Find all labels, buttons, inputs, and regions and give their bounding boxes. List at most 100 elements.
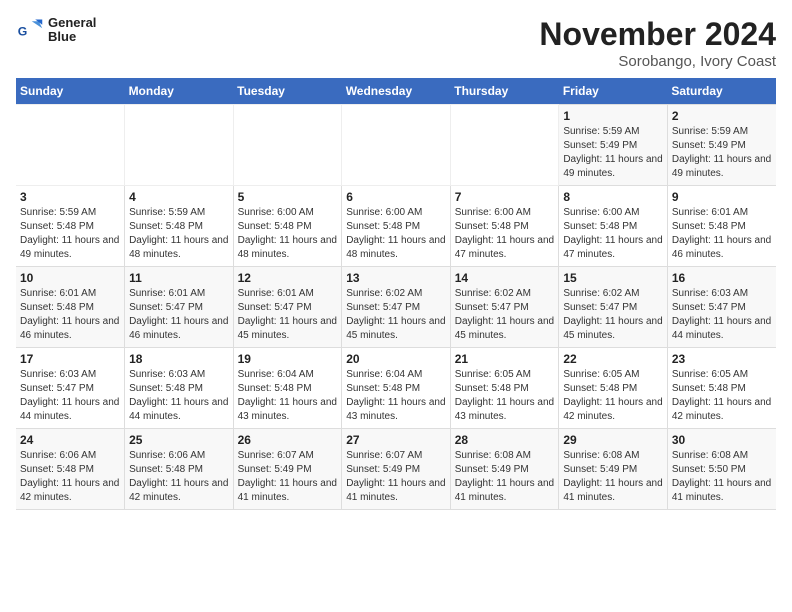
day-info: Sunrise: 5:59 AM Sunset: 5:49 PM Dayligh… <box>672 125 772 181</box>
day-number: 13 <box>346 271 446 285</box>
day-number: 22 <box>563 352 663 366</box>
day-info: Sunrise: 6:01 AM Sunset: 5:48 PM Dayligh… <box>672 206 772 262</box>
page-header: G General Blue November 2024 Sorobango, … <box>16 16 776 70</box>
calendar-cell: 1 Sunrise: 5:59 AM Sunset: 5:49 PM Daylig… <box>559 105 668 186</box>
logo-line1: General <box>48 16 96 30</box>
day-number: 20 <box>346 352 446 366</box>
calendar-cell: 11 Sunrise: 6:01 AM Sunset: 5:47 PM Dayli… <box>125 267 234 348</box>
calendar-cell: 17 Sunrise: 6:03 AM Sunset: 5:47 PM Dayli… <box>16 348 125 429</box>
day-number: 27 <box>346 433 446 447</box>
day-info: Sunrise: 6:04 AM Sunset: 5:48 PM Dayligh… <box>346 368 446 424</box>
weekday-header: Friday <box>559 78 668 105</box>
day-info: Sunrise: 5:59 AM Sunset: 5:49 PM Dayligh… <box>563 125 663 181</box>
day-number: 9 <box>672 190 772 204</box>
day-info: Sunrise: 6:03 AM Sunset: 5:47 PM Dayligh… <box>672 287 772 343</box>
calendar-cell: 26Sunrise: 6:07 AM Sunset: 5:49 PM Dayli… <box>233 429 342 510</box>
calendar-cell: 20 Sunrise: 6:04 AM Sunset: 5:48 PM Dayli… <box>342 348 451 429</box>
day-info: Sunrise: 6:05 AM Sunset: 5:48 PM Dayligh… <box>563 368 663 424</box>
calendar-cell: 22 Sunrise: 6:05 AM Sunset: 5:48 PM Dayli… <box>559 348 668 429</box>
calendar-week-row: 17 Sunrise: 6:03 AM Sunset: 5:47 PM Dayli… <box>16 348 776 429</box>
calendar-cell: 9 Sunrise: 6:01 AM Sunset: 5:48 PM Daylig… <box>667 186 776 267</box>
day-number: 15 <box>563 271 663 285</box>
day-number: 5 <box>238 190 338 204</box>
calendar-cell: 13 Sunrise: 6:02 AM Sunset: 5:47 PM Dayli… <box>342 267 451 348</box>
weekday-header: Monday <box>125 78 234 105</box>
title-block: November 2024 Sorobango, Ivory Coast <box>539 16 776 70</box>
day-info: Sunrise: 6:02 AM Sunset: 5:47 PM Dayligh… <box>346 287 446 343</box>
day-number: 3 <box>20 190 120 204</box>
calendar-week-row: 24 Sunrise: 6:06 AM Sunset: 5:48 PM Dayli… <box>16 429 776 510</box>
calendar-header: SundayMondayTuesdayWednesdayThursdayFrid… <box>16 78 776 105</box>
logo-line2: Blue <box>48 30 96 44</box>
calendar-cell <box>233 105 342 186</box>
day-number: 11 <box>129 271 229 285</box>
calendar-cell <box>16 105 125 186</box>
calendar-week-row: 1 Sunrise: 5:59 AM Sunset: 5:49 PM Daylig… <box>16 105 776 186</box>
day-number: 12 <box>238 271 338 285</box>
calendar-cell: 12 Sunrise: 6:01 AM Sunset: 5:47 PM Dayli… <box>233 267 342 348</box>
day-info: Sunrise: 6:03 AM Sunset: 5:48 PM Dayligh… <box>129 368 229 424</box>
calendar-cell: 7Sunrise: 6:00 AM Sunset: 5:48 PM Daylig… <box>450 186 559 267</box>
day-info: Sunrise: 6:00 AM Sunset: 5:48 PM Dayligh… <box>238 206 338 262</box>
day-number: 16 <box>672 271 772 285</box>
svg-text:G: G <box>18 25 28 39</box>
day-info: Sunrise: 6:03 AM Sunset: 5:47 PM Dayligh… <box>20 368 120 424</box>
day-number: 23 <box>672 352 772 366</box>
calendar-cell: 30 Sunrise: 6:08 AM Sunset: 5:50 PM Dayli… <box>667 429 776 510</box>
day-number: 21 <box>455 352 555 366</box>
calendar-cell: 4 Sunrise: 5:59 AM Sunset: 5:48 PM Daylig… <box>125 186 234 267</box>
calendar-cell: 14Sunrise: 6:02 AM Sunset: 5:47 PM Dayli… <box>450 267 559 348</box>
day-info: Sunrise: 6:08 AM Sunset: 5:49 PM Dayligh… <box>455 449 555 505</box>
day-number: 6 <box>346 190 446 204</box>
day-number: 28 <box>455 433 555 447</box>
day-number: 26 <box>238 433 338 447</box>
day-number: 14 <box>455 271 555 285</box>
day-info: Sunrise: 5:59 AM Sunset: 5:48 PM Dayligh… <box>20 206 120 262</box>
day-info: Sunrise: 6:01 AM Sunset: 5:47 PM Dayligh… <box>238 287 338 343</box>
calendar-cell: 29 Sunrise: 6:08 AM Sunset: 5:49 PM Dayli… <box>559 429 668 510</box>
day-info: Sunrise: 6:05 AM Sunset: 5:48 PM Dayligh… <box>672 368 772 424</box>
day-number: 30 <box>672 433 772 447</box>
calendar-cell: 8 Sunrise: 6:00 AM Sunset: 5:48 PM Daylig… <box>559 186 668 267</box>
day-number: 24 <box>20 433 120 447</box>
day-info: Sunrise: 6:00 AM Sunset: 5:48 PM Dayligh… <box>563 206 663 262</box>
calendar-cell: 24Sunrise: 6:06 AM Sunset: 5:48 PM Dayli… <box>16 429 125 510</box>
day-info: Sunrise: 6:07 AM Sunset: 5:49 PM Dayligh… <box>346 449 446 505</box>
calendar-cell: 2Sunrise: 5:59 AM Sunset: 5:49 PM Daylig… <box>667 105 776 186</box>
weekday-header: Sunday <box>16 78 125 105</box>
calendar-cell: 10Sunrise: 6:01 AM Sunset: 5:48 PM Dayli… <box>16 267 125 348</box>
day-number: 17 <box>20 352 120 366</box>
day-number: 19 <box>238 352 338 366</box>
day-info: Sunrise: 6:01 AM Sunset: 5:47 PM Dayligh… <box>129 287 229 343</box>
calendar-cell <box>125 105 234 186</box>
day-number: 29 <box>563 433 663 447</box>
day-number: 10 <box>20 271 120 285</box>
day-info: Sunrise: 6:04 AM Sunset: 5:48 PM Dayligh… <box>238 368 338 424</box>
calendar-week-row: 10Sunrise: 6:01 AM Sunset: 5:48 PM Dayli… <box>16 267 776 348</box>
logo: G General Blue <box>16 16 96 45</box>
day-info: Sunrise: 5:59 AM Sunset: 5:48 PM Dayligh… <box>129 206 229 262</box>
calendar-week-row: 3 Sunrise: 5:59 AM Sunset: 5:48 PM Daylig… <box>16 186 776 267</box>
calendar-cell <box>342 105 451 186</box>
day-info: Sunrise: 6:02 AM Sunset: 5:47 PM Dayligh… <box>563 287 663 343</box>
calendar-cell: 25Sunrise: 6:06 AM Sunset: 5:48 PM Dayli… <box>125 429 234 510</box>
day-number: 8 <box>563 190 663 204</box>
calendar-cell: 28 Sunrise: 6:08 AM Sunset: 5:49 PM Dayli… <box>450 429 559 510</box>
weekday-header: Saturday <box>667 78 776 105</box>
day-info: Sunrise: 6:00 AM Sunset: 5:48 PM Dayligh… <box>455 206 555 262</box>
logo-text: General Blue <box>48 16 96 45</box>
day-number: 18 <box>129 352 229 366</box>
day-info: Sunrise: 6:00 AM Sunset: 5:48 PM Dayligh… <box>346 206 446 262</box>
weekday-header: Tuesday <box>233 78 342 105</box>
calendar-cell: 6 Sunrise: 6:00 AM Sunset: 5:48 PM Daylig… <box>342 186 451 267</box>
day-info: Sunrise: 6:08 AM Sunset: 5:50 PM Dayligh… <box>672 449 772 505</box>
calendar-body: 1 Sunrise: 5:59 AM Sunset: 5:49 PM Daylig… <box>16 105 776 510</box>
day-info: Sunrise: 6:08 AM Sunset: 5:49 PM Dayligh… <box>563 449 663 505</box>
day-number: 1 <box>563 109 663 123</box>
day-number: 4 <box>129 190 229 204</box>
subtitle: Sorobango, Ivory Coast <box>539 53 776 70</box>
day-info: Sunrise: 6:06 AM Sunset: 5:48 PM Dayligh… <box>129 449 229 505</box>
day-info: Sunrise: 6:05 AM Sunset: 5:48 PM Dayligh… <box>455 368 555 424</box>
main-title: November 2024 <box>539 16 776 53</box>
calendar-cell <box>450 105 559 186</box>
